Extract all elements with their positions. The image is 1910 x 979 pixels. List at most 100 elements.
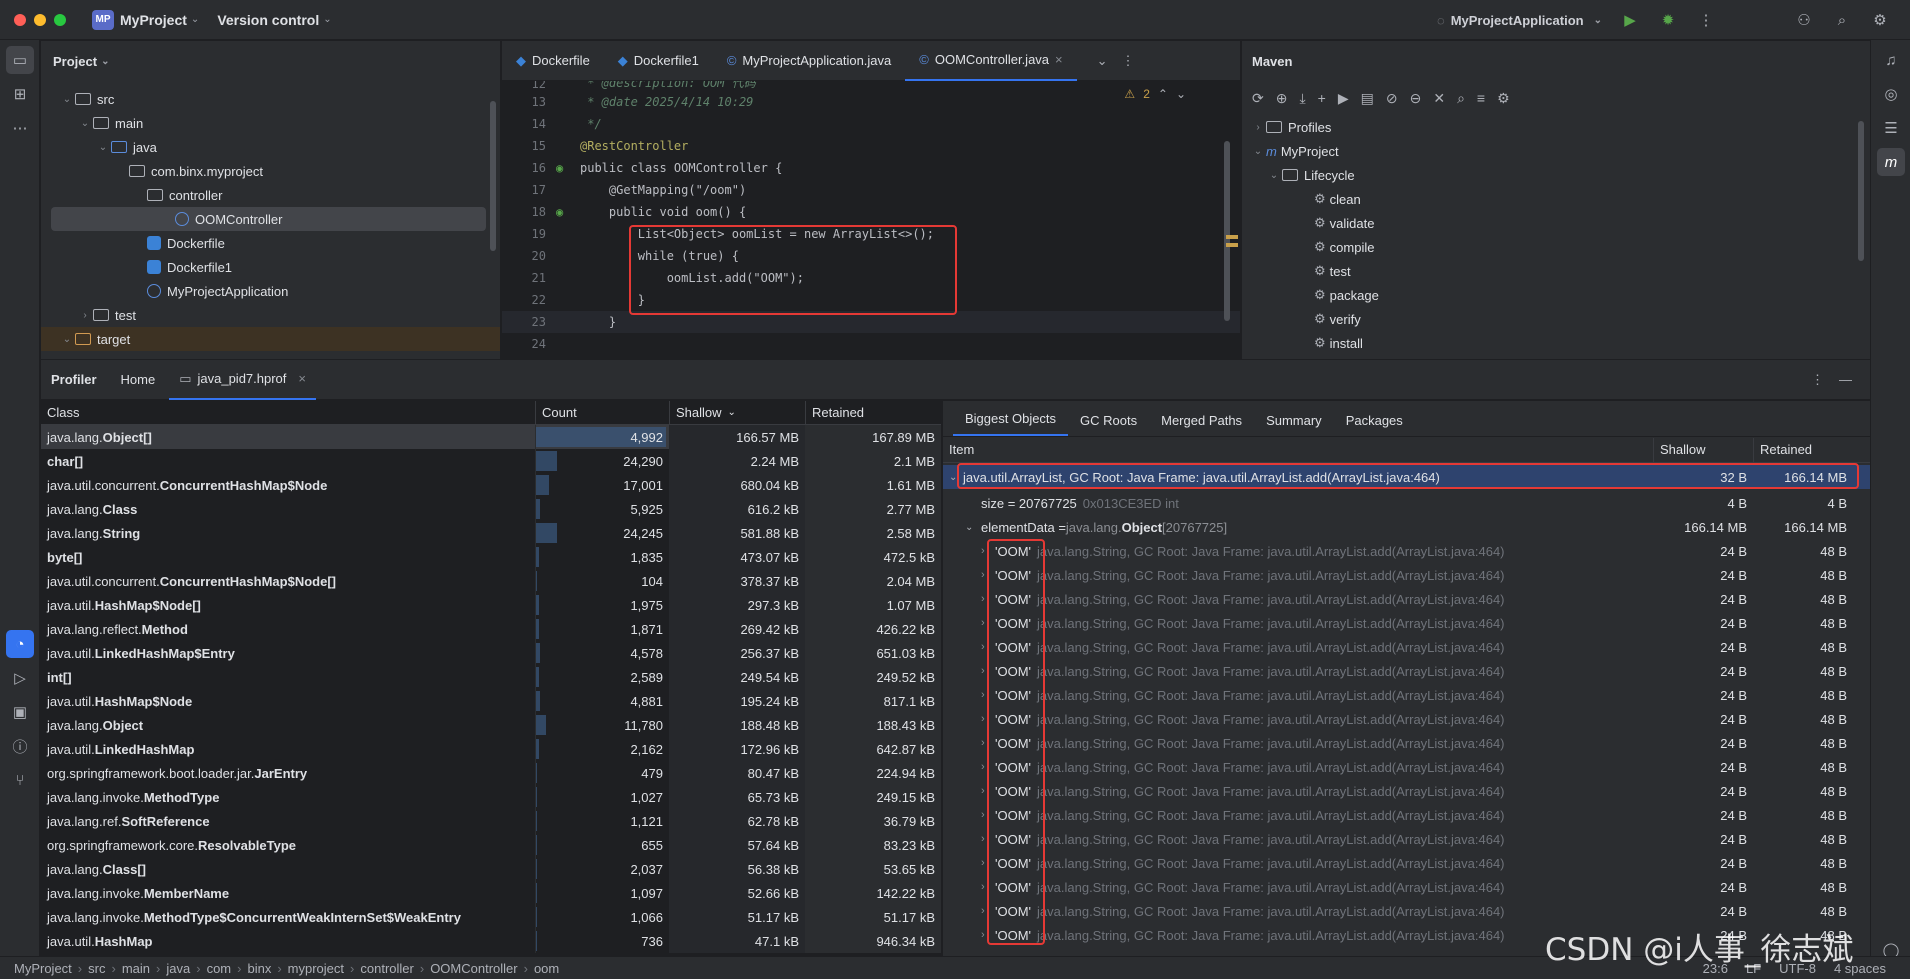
collapse-icon[interactable]: ✕ — [1433, 90, 1445, 107]
oom-child-row[interactable]: › 'OOM' java.lang.String, GC Root: Java Fr… — [943, 683, 1870, 707]
project-panel-header[interactable]: Project ⌄ — [41, 41, 500, 81]
skip-tests-icon[interactable]: ⊖ — [1410, 90, 1422, 107]
run-tool-icon[interactable]: ▷ — [6, 664, 34, 692]
class-row[interactable]: char[] 24,290 2.24 MB 2.1 MB — [41, 449, 941, 473]
class-row[interactable]: org.springframework.boot.loader.jar. JarE… — [41, 761, 941, 785]
tree-item[interactable]: ⌄ target — [41, 327, 500, 351]
class-row[interactable]: int[] 2,589 249.54 kB 249.52 kB — [41, 665, 941, 689]
tab-hprof[interactable]: ▭ java_pid7.hprof × — [169, 360, 316, 400]
offline-icon[interactable]: ⊘ — [1386, 90, 1398, 107]
maven-tree-item[interactable]: ⚙ test — [1250, 259, 1870, 283]
breadcrumb-item[interactable]: com — [207, 961, 232, 976]
class-row[interactable]: org.springframework.core. ResolvableType 6… — [41, 833, 941, 857]
minimize-icon[interactable]: — — [1839, 372, 1852, 387]
tree-item[interactable]: ⌄ java — [41, 135, 500, 159]
objects-tab[interactable]: GC Roots — [1068, 413, 1149, 436]
breadcrumb-item[interactable]: binx — [247, 961, 271, 976]
breadcrumb-item[interactable]: java — [166, 961, 190, 976]
maven-tree-item[interactable]: ⚙ package — [1250, 283, 1870, 307]
tree-item[interactable]: MyProjectApplication — [41, 279, 500, 303]
run-icon[interactable]: ▶ — [1620, 10, 1640, 30]
maven-tree-item[interactable]: ⚙ validate — [1250, 211, 1870, 235]
col-class[interactable]: Class — [41, 401, 535, 425]
class-row[interactable]: java.util. LinkedHashMap$Entry 4,578 256.37… — [41, 641, 941, 665]
bean-gutter-icon[interactable]: ◉ — [556, 205, 580, 219]
class-row[interactable]: java.lang.invoke. MemberName 1,097 52.66 kB… — [41, 881, 941, 905]
tree-item[interactable]: Dockerfile — [41, 231, 500, 255]
chevron-down-icon[interactable]: ⌄ — [1097, 53, 1108, 69]
oom-child-row[interactable]: › 'OOM' java.lang.String, GC Root: Java Fr… — [943, 731, 1870, 755]
database-icon[interactable]: ☰ — [1877, 114, 1905, 142]
oom-child-row[interactable]: › 'OOM' java.lang.String, GC Root: Java Fr… — [943, 611, 1870, 635]
search-icon[interactable]: ⌕ — [1832, 10, 1852, 30]
project-folder-icon[interactable]: ▭ — [6, 46, 34, 74]
maven-tree-item[interactable]: › Profiles — [1250, 115, 1870, 139]
settings-icon[interactable]: ⚙ — [1870, 10, 1890, 30]
oom-child-row[interactable]: › 'OOM' java.lang.String, GC Root: Java Fr… — [943, 563, 1870, 587]
class-row[interactable]: byte[] 1,835 473.07 kB 472.5 kB — [41, 545, 941, 569]
show-deps-icon[interactable]: ≡ — [1477, 90, 1485, 106]
objects-tab[interactable]: Biggest Objects — [953, 411, 1069, 436]
maven-tree-item[interactable]: ⌄ Lifecycle — [1250, 163, 1870, 187]
chevron-down-icon[interactable]: ⌄ — [59, 334, 75, 345]
run-config-selector[interactable]: ◌ MyProjectApplication ⌄ — [1437, 13, 1602, 28]
chevron-right-icon[interactable]: › — [77, 310, 93, 321]
maximize-window-button[interactable] — [54, 13, 66, 26]
execute-goal-icon[interactable]: ▤ — [1361, 90, 1374, 107]
class-row[interactable]: java.util. HashMap$Node[] 1,975 297.3 kB 1.0… — [41, 593, 941, 617]
chevron-down-icon[interactable]: ⌄ — [1176, 87, 1186, 101]
col-item[interactable]: Item — [943, 438, 1653, 462]
close-window-button[interactable] — [14, 13, 26, 26]
col-retained[interactable]: Retained — [805, 401, 941, 425]
class-row[interactable]: java.util. HashMap$Node 4,881 195.24 kB 817.… — [41, 689, 941, 713]
chevron-right-icon[interactable]: › — [1250, 122, 1266, 133]
breadcrumb-item[interactable]: main — [122, 961, 150, 976]
col-obj-retained[interactable]: Retained — [1753, 437, 1853, 462]
more-icon[interactable]: ⋮ — [1696, 10, 1716, 30]
breadcrumb-item[interactable]: oom — [534, 961, 559, 976]
maven-tree-item[interactable]: ⚙ compile — [1250, 235, 1870, 259]
add-folder-icon[interactable]: ⊕ — [1276, 90, 1288, 107]
tree-item[interactable]: controller — [41, 183, 500, 207]
class-row[interactable]: java.util.concurrent. ConcurrentHashMap$N… — [41, 569, 941, 593]
oom-child-row[interactable]: › 'OOM' java.lang.String, GC Root: Java Fr… — [943, 899, 1870, 923]
class-row[interactable]: java.lang. String 24,245 581.88 kB 2.58 MB — [41, 521, 941, 545]
profiler-icon[interactable]: ◔ — [6, 630, 34, 658]
chevron-down-icon[interactable]: ⌄ — [77, 118, 93, 129]
project-switcher[interactable]: MyProject — [120, 12, 187, 28]
tree-item[interactable]: com.binx.myproject — [41, 159, 500, 183]
minimize-window-button[interactable] — [34, 13, 46, 26]
editor-tab[interactable]: ◆ Dockerfile1 — [604, 41, 713, 81]
class-row[interactable]: java.lang. Object 11,780 188.48 kB 188.43 kB — [41, 713, 941, 737]
breadcrumb-item[interactable]: OOMController — [430, 961, 517, 976]
chevron-up-icon[interactable]: ⌃ — [1158, 87, 1168, 101]
tree-item[interactable]: ⌄ src — [41, 87, 500, 111]
scrollbar[interactable] — [490, 101, 496, 251]
class-row[interactable]: java.util. LinkedHashMap 2,162 172.96 kB 642… — [41, 737, 941, 761]
notifications-icon[interactable]: ♫ — [1877, 46, 1905, 74]
git-icon[interactable]: ⑂ — [6, 766, 34, 794]
scrollbar[interactable] — [1224, 141, 1230, 321]
more-icon[interactable]: ⋮ — [1122, 53, 1135, 69]
bean-gutter-icon[interactable]: ◉ — [556, 161, 580, 175]
objects-tab[interactable]: Packages — [1334, 413, 1415, 436]
class-row[interactable]: java.util. HashMap 736 47.1 kB 946.34 kB — [41, 929, 941, 953]
col-count[interactable]: Count — [535, 401, 669, 425]
editor-tab[interactable]: ◆ Dockerfile — [502, 41, 604, 81]
vcs-menu[interactable]: Version control — [217, 12, 319, 28]
oom-child-row[interactable]: › 'OOM' java.lang.String, GC Root: Java Fr… — [943, 875, 1870, 899]
oom-child-row[interactable]: › 'OOM' java.lang.String, GC Root: Java Fr… — [943, 851, 1870, 875]
maven-icon[interactable]: m — [1877, 148, 1905, 176]
breadcrumb-item[interactable]: src — [88, 961, 105, 976]
breadcrumb-item[interactable]: MyProject — [14, 961, 72, 976]
oom-child-row[interactable]: › 'OOM' java.lang.String, GC Root: Java Fr… — [943, 827, 1870, 851]
class-row[interactable]: java.lang. Object[] 4,992 166.57 MB 167.89 M… — [41, 425, 941, 449]
oom-child-row[interactable]: › 'OOM' java.lang.String, GC Root: Java Fr… — [943, 803, 1870, 827]
breadcrumb-item[interactable]: myproject — [288, 961, 344, 976]
tree-item[interactable]: Dockerfile1 — [41, 255, 500, 279]
debug-icon[interactable]: ✹ — [1658, 10, 1678, 30]
class-row[interactable]: java.lang. Class 5,925 616.2 kB 2.77 MB — [41, 497, 941, 521]
tab-home[interactable]: Home — [107, 372, 170, 387]
close-icon[interactable]: × — [1055, 52, 1063, 67]
chevron-down-icon[interactable]: ⌄ — [1250, 146, 1266, 157]
